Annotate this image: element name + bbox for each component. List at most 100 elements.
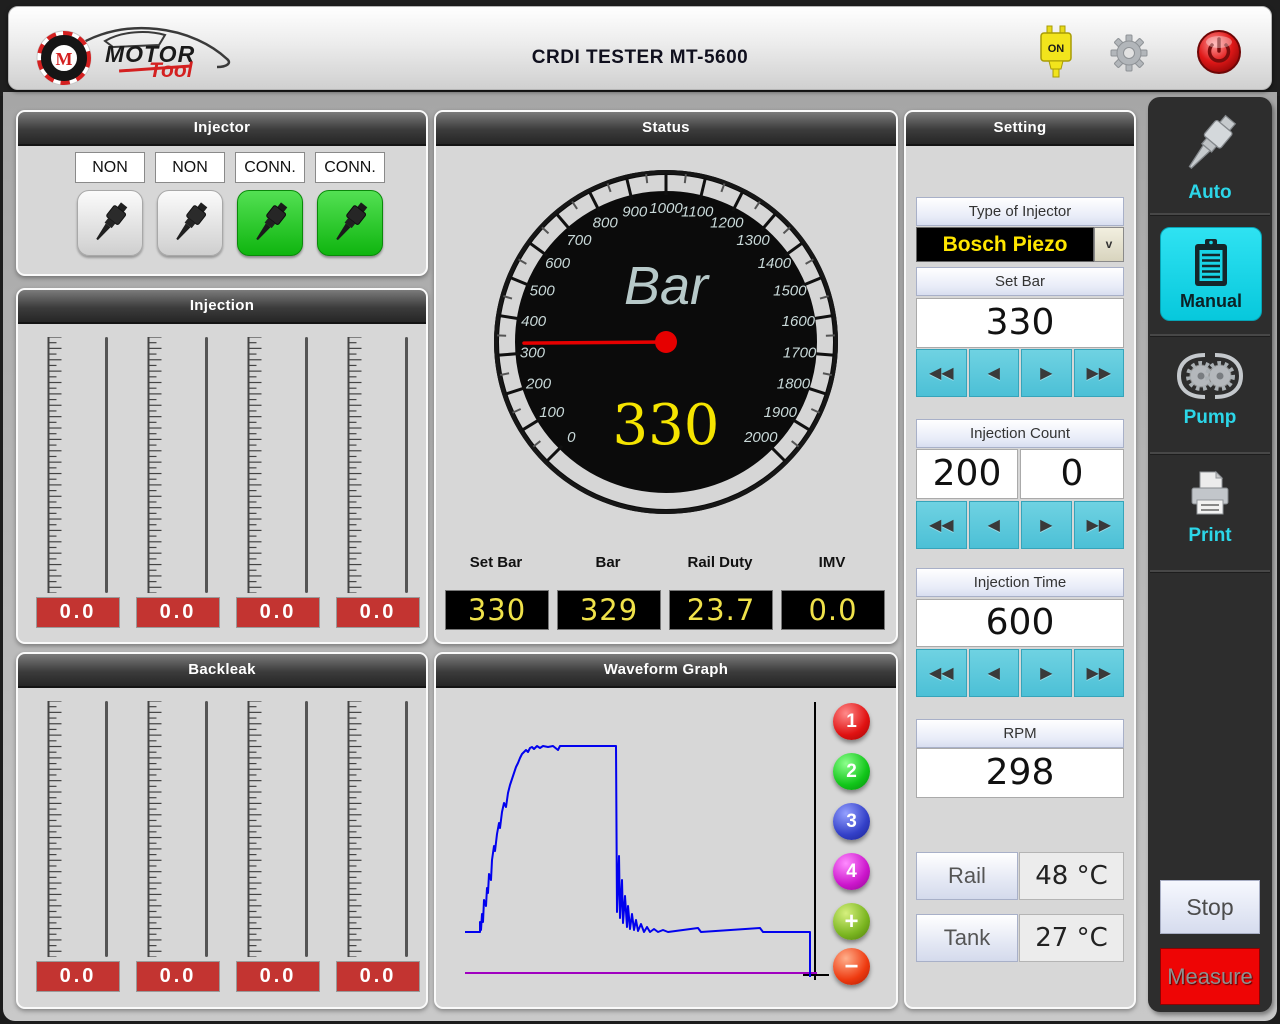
count-decrease-button[interactable]: ◀	[969, 501, 1020, 549]
count-decrease-fast-button[interactable]: ◀◀	[916, 501, 967, 549]
svg-text:1200: 1200	[710, 215, 744, 232]
dropdown-arrow-icon[interactable]: v	[1094, 227, 1124, 262]
backleak-scale-4	[336, 701, 436, 957]
time-increase-fast-button[interactable]: ▶▶	[1074, 649, 1125, 697]
svg-text:1000: 1000	[649, 200, 683, 217]
injector4-button[interactable]	[317, 190, 383, 256]
svg-text:1400: 1400	[758, 255, 792, 272]
sidebar-label-pump: Pump	[1148, 407, 1272, 429]
level-tube	[405, 701, 408, 957]
sidebar-item-print[interactable]: Print	[1148, 468, 1272, 547]
injector-icon	[246, 199, 294, 247]
injector2-button[interactable]	[157, 190, 223, 256]
level-tube	[305, 701, 308, 957]
readout-setbar: 330	[445, 590, 549, 630]
type-of-injector-label: Type of Injector	[916, 197, 1124, 226]
readout-railduty: 23.7	[669, 590, 773, 630]
injector-type-select[interactable]: Bosch Piezo	[916, 227, 1094, 262]
usb-connection-button[interactable]: ON	[1035, 25, 1077, 84]
level-tube	[205, 701, 208, 957]
injection-count-stepper: ◀◀ ◀ ▶ ▶▶	[916, 501, 1124, 549]
svg-text:1600: 1600	[782, 313, 816, 330]
count-increase-button[interactable]: ▶	[1021, 501, 1072, 549]
rpm-label: RPM	[916, 719, 1124, 748]
injector-waveform-trace	[465, 746, 810, 977]
injection-time-stepper: ◀◀ ◀ ▶ ▶▶	[916, 649, 1124, 697]
setbar-decrease-fast-button[interactable]: ◀◀	[916, 349, 967, 397]
injection-value-4: 0.0	[336, 597, 420, 628]
injection-scale-3	[236, 337, 336, 593]
svg-text:2000: 2000	[743, 429, 778, 446]
sidebar-item-pump[interactable]: Pump	[1148, 350, 1272, 429]
readout-label-bar: Bar	[558, 554, 658, 571]
injector2-status: NON	[155, 152, 225, 183]
injection-scale-1	[36, 337, 136, 593]
injection-scale-2	[136, 337, 236, 593]
title-bar: M MOTOR Tool CRDI TESTER MT-5600 ON	[8, 6, 1272, 90]
injector-panel: Injector NON NON CONN. CONN.	[16, 110, 428, 276]
svg-text:100: 100	[539, 404, 565, 421]
readout-label-setbar: Set Bar	[446, 554, 546, 571]
printer-icon	[1182, 468, 1238, 520]
setbar-increase-fast-button[interactable]: ▶▶	[1074, 349, 1125, 397]
time-decrease-button[interactable]: ◀	[969, 649, 1020, 697]
svg-text:200: 200	[525, 375, 552, 392]
backleak-panel: Backleak 0.0 0.0 0.0 0.0	[16, 652, 428, 1009]
time-decrease-fast-button[interactable]: ◀◀	[916, 649, 967, 697]
svg-text:400: 400	[521, 313, 547, 330]
readout-bar: 329	[557, 590, 661, 630]
window-title: CRDI TESTER MT-5600	[9, 47, 1271, 69]
readout-imv: 0.0	[781, 590, 885, 630]
time-increase-button[interactable]: ▶	[1021, 649, 1072, 697]
injector3-status: CONN.	[235, 152, 305, 183]
level-tube	[305, 337, 308, 593]
sidebar-divider	[1150, 570, 1270, 573]
injection-time-value: 600	[916, 599, 1124, 647]
count-increase-fast-button[interactable]: ▶▶	[1074, 501, 1125, 549]
sidebar-divider	[1150, 213, 1270, 216]
ruler-scale-icon	[46, 337, 72, 593]
backleak-panel-title: Backleak	[18, 654, 426, 688]
backleak-scale-3	[236, 701, 336, 957]
injection-value-2: 0.0	[136, 597, 220, 628]
sidebar-divider	[1150, 452, 1270, 455]
channel2-button[interactable]: 2	[833, 753, 870, 790]
settings-button[interactable]	[1109, 33, 1149, 78]
auto-injector-icon	[1179, 111, 1241, 177]
sidebar-item-manual[interactable]: Manual	[1160, 227, 1262, 321]
ruler-scale-icon	[246, 337, 272, 593]
channel3-button[interactable]: 3	[833, 803, 870, 840]
injector-icon	[326, 199, 374, 247]
svg-text:600: 600	[545, 255, 571, 272]
channel1-button[interactable]: 1	[833, 703, 870, 740]
channel4-button[interactable]: 4	[833, 853, 870, 890]
setbar-decrease-button[interactable]: ◀	[969, 349, 1020, 397]
backleak-value-4: 0.0	[336, 961, 420, 992]
ruler-scale-icon	[346, 337, 372, 593]
backleak-scale-1	[36, 701, 136, 957]
measure-button[interactable]: Measure	[1160, 948, 1260, 1005]
svg-text:ON: ON	[1048, 43, 1065, 55]
injector3-button[interactable]	[237, 190, 303, 256]
injector1-button[interactable]	[77, 190, 143, 256]
sidebar-label-auto: Auto	[1148, 182, 1272, 204]
setbar-stepper: ◀◀ ◀ ▶ ▶▶	[916, 349, 1124, 397]
injection-panel-title: Injection	[18, 290, 426, 324]
status-panel-title: Status	[436, 112, 896, 146]
zoom-in-button[interactable]: +	[833, 903, 870, 940]
injection-count-target: 200	[916, 449, 1018, 499]
setbar-increase-button[interactable]: ▶	[1021, 349, 1072, 397]
zoom-out-button[interactable]: −	[833, 948, 870, 985]
app-window: M MOTOR Tool CRDI TESTER MT-5600 ON	[0, 0, 1280, 1024]
svg-text:500: 500	[530, 283, 556, 300]
power-button[interactable]	[1196, 29, 1242, 80]
backleak-scale-2	[136, 701, 236, 957]
stop-button[interactable]: Stop	[1160, 880, 1260, 934]
injector4-status: CONN.	[315, 152, 385, 183]
rail-temp-value: 48 °C	[1019, 852, 1124, 900]
readout-label-imv: IMV	[782, 554, 882, 571]
sidebar-item-auto[interactable]: Auto	[1148, 111, 1272, 204]
rpm-value: 298	[916, 748, 1124, 798]
level-tube	[105, 337, 108, 593]
mode-sidebar: Auto Manual	[1148, 97, 1272, 1012]
